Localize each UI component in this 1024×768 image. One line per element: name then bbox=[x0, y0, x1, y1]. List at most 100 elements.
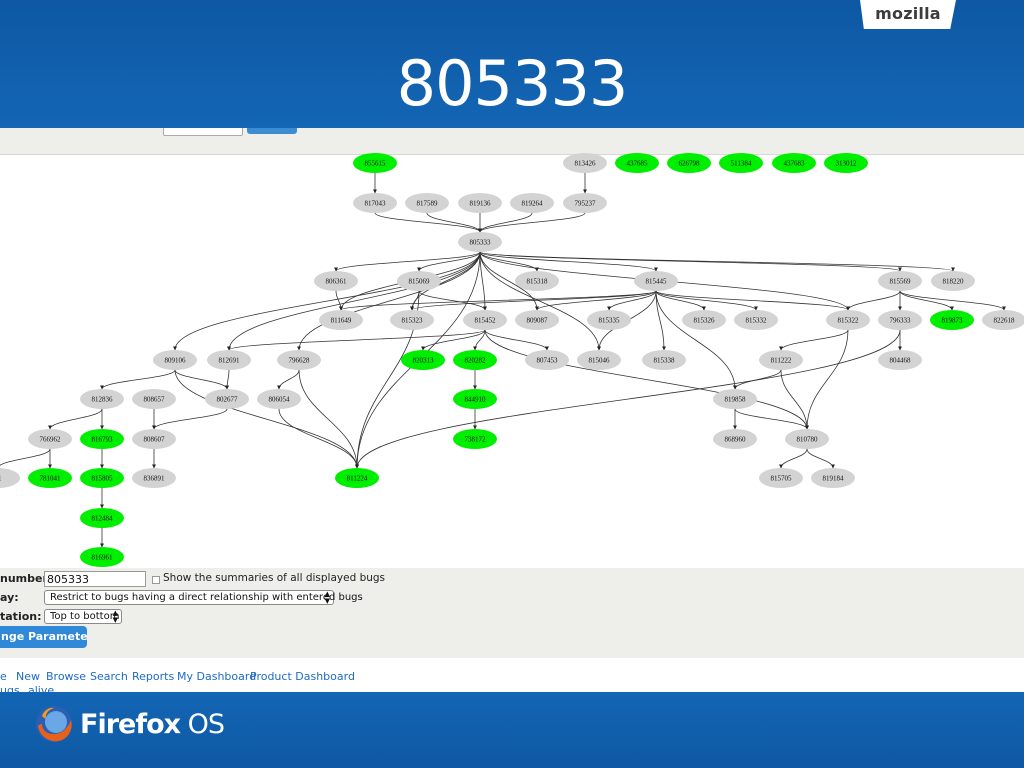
nav-link-bugs[interactable]: ugs bbox=[0, 684, 20, 692]
graph-node[interactable]: 807453 bbox=[525, 350, 569, 370]
orientation-select[interactable]: Top to bottom ▲ ▼ bbox=[44, 609, 122, 624]
graph-node[interactable]: 815805 bbox=[80, 468, 124, 488]
nav-link-home[interactable]: e bbox=[0, 670, 7, 683]
graph-node-label: 815323 bbox=[402, 317, 424, 325]
graph-node[interactable]: 795237 bbox=[563, 193, 607, 213]
graph-node[interactable]: 804468 bbox=[878, 350, 922, 370]
graph-node[interactable]: 819873 bbox=[930, 310, 974, 330]
graph-node-label: 766962 bbox=[40, 436, 62, 444]
graph-node[interactable]: 815322 bbox=[826, 310, 870, 330]
graph-node[interactable]: 815318 bbox=[515, 271, 559, 291]
graph-edge bbox=[0, 448, 51, 469]
graph-node[interactable]: 836891 bbox=[132, 468, 176, 488]
graph-node[interactable]: 71 bbox=[0, 468, 20, 488]
graph-node-label: 815326 bbox=[694, 317, 716, 325]
graph-node[interactable]: 812691 bbox=[207, 350, 251, 370]
graph-node-label: 812691 bbox=[219, 357, 241, 365]
graph-node[interactable]: 815445 bbox=[634, 271, 678, 291]
graph-node[interactable]: 738172 bbox=[453, 429, 497, 449]
graph-node[interactable]: 809106 bbox=[153, 350, 197, 370]
nav-link-new[interactable]: New bbox=[16, 670, 40, 683]
graph-node[interactable]: 812484 bbox=[80, 508, 124, 528]
graph-node-label: 802677 bbox=[217, 396, 239, 404]
graph-edge bbox=[374, 212, 482, 233]
display-label: ay: bbox=[0, 591, 19, 604]
graph-node-label: 844910 bbox=[465, 396, 487, 404]
graph-edge bbox=[48, 408, 103, 430]
graph-node[interactable]: 817589 bbox=[405, 193, 449, 213]
graph-node[interactable]: 815332 bbox=[734, 310, 778, 330]
graph-node[interactable]: 808607 bbox=[132, 429, 176, 449]
nav-link-search[interactable]: Search bbox=[90, 670, 128, 683]
dependency-graph: 855615 817043 817589 819136 819264 813426 7952… bbox=[0, 153, 1024, 567]
graph-node-label: 819264 bbox=[522, 200, 544, 208]
graph-node-label: 810780 bbox=[797, 436, 819, 444]
graph-node[interactable]: 817043 bbox=[353, 193, 397, 213]
graph-node[interactable]: 815069 bbox=[397, 271, 441, 291]
graph-node[interactable]: 796333 bbox=[878, 310, 922, 330]
graph-node[interactable]: 805333 bbox=[458, 232, 502, 252]
nav-link-reports[interactable]: Reports bbox=[132, 670, 174, 683]
graph-node[interactable]: 511384 bbox=[719, 153, 763, 173]
graph-node[interactable]: 815452 bbox=[463, 310, 507, 330]
graph-node-label: 815322 bbox=[838, 317, 860, 325]
graph-node[interactable]: 816793 bbox=[80, 429, 124, 449]
graph-node-label: 795237 bbox=[575, 200, 597, 208]
graph-node[interactable]: 802677 bbox=[205, 389, 249, 409]
graph-node-label: 815332 bbox=[746, 317, 768, 325]
graph-node-ellipse bbox=[0, 468, 20, 488]
graph-node[interactable]: 815335 bbox=[587, 310, 631, 330]
graph-node[interactable]: 808657 bbox=[132, 389, 176, 409]
graph-node[interactable]: 811222 bbox=[759, 350, 803, 370]
graph-node[interactable]: 806054 bbox=[257, 389, 301, 409]
graph-node[interactable]: 812836 bbox=[80, 389, 124, 409]
nav-link-my-dashboard[interactable]: My Dashboard bbox=[177, 670, 256, 683]
graph-node[interactable]: 811224 bbox=[335, 468, 379, 488]
graph-node[interactable]: 855615 bbox=[353, 153, 397, 173]
graph-node[interactable]: 815326 bbox=[682, 310, 726, 330]
change-parameters-button[interactable]: nge Parameters bbox=[0, 626, 87, 648]
graph-node[interactable]: 844910 bbox=[453, 389, 497, 409]
graph-edge bbox=[846, 290, 901, 311]
graph-node-label: 819136 bbox=[470, 200, 492, 208]
graph-node[interactable]: 815569 bbox=[878, 271, 922, 291]
nav-link-product-dashboard[interactable]: Product Dashboard bbox=[250, 670, 355, 683]
graph-node[interactable]: 810780 bbox=[785, 429, 829, 449]
graph-node[interactable]: 806361 bbox=[314, 271, 358, 291]
graph-node[interactable]: 809087 bbox=[515, 310, 559, 330]
graph-node[interactable]: 820313 bbox=[401, 350, 445, 370]
graph-node[interactable]: 819858 bbox=[713, 389, 757, 409]
graph-edge bbox=[899, 290, 1006, 311]
display-select[interactable]: Restrict to bugs having a direct relatio… bbox=[44, 590, 363, 605]
graph-node[interactable]: 766962 bbox=[28, 429, 72, 449]
nav-link-browse[interactable]: Browse bbox=[46, 670, 86, 683]
graph-node[interactable]: 868960 bbox=[713, 429, 757, 449]
nav-link-alive[interactable]: alive bbox=[28, 684, 54, 692]
graph-node[interactable]: 626798 bbox=[667, 153, 711, 173]
graph-node[interactable]: 815338 bbox=[642, 350, 686, 370]
graph-node[interactable]: 815705 bbox=[759, 468, 803, 488]
graph-node[interactable]: 813426 bbox=[563, 153, 607, 173]
graph-node[interactable]: 815323 bbox=[390, 310, 434, 330]
firefox-logo-icon bbox=[36, 706, 72, 742]
graph-node[interactable]: 822618 bbox=[982, 310, 1024, 330]
graph-edge bbox=[484, 329, 549, 351]
graph-node[interactable]: 819184 bbox=[811, 468, 855, 488]
graph-node[interactable]: 781041 bbox=[28, 468, 72, 488]
graph-node-label: 836891 bbox=[144, 475, 166, 483]
graph-node[interactable]: 818220 bbox=[931, 271, 975, 291]
graph-node[interactable]: 819264 bbox=[510, 193, 554, 213]
graph-node[interactable]: 811649 bbox=[319, 310, 363, 330]
graph-node[interactable]: 815046 bbox=[577, 350, 621, 370]
graph-node[interactable]: 437683 bbox=[772, 153, 816, 173]
bug-numbers-input[interactable]: 805333 bbox=[44, 571, 146, 587]
graph-node[interactable]: 437685 bbox=[615, 153, 659, 173]
graph-node[interactable]: 313012 bbox=[824, 153, 868, 173]
graph-node[interactable]: 820282 bbox=[453, 350, 497, 370]
graph-node-label: 820313 bbox=[413, 357, 435, 365]
graph-node-label: 813426 bbox=[575, 160, 597, 168]
graph-node[interactable]: 796628 bbox=[277, 350, 321, 370]
show-summaries-checkbox[interactable] bbox=[152, 576, 160, 584]
graph-node[interactable]: 819136 bbox=[458, 193, 502, 213]
graph-node[interactable]: 816961 bbox=[80, 547, 124, 567]
